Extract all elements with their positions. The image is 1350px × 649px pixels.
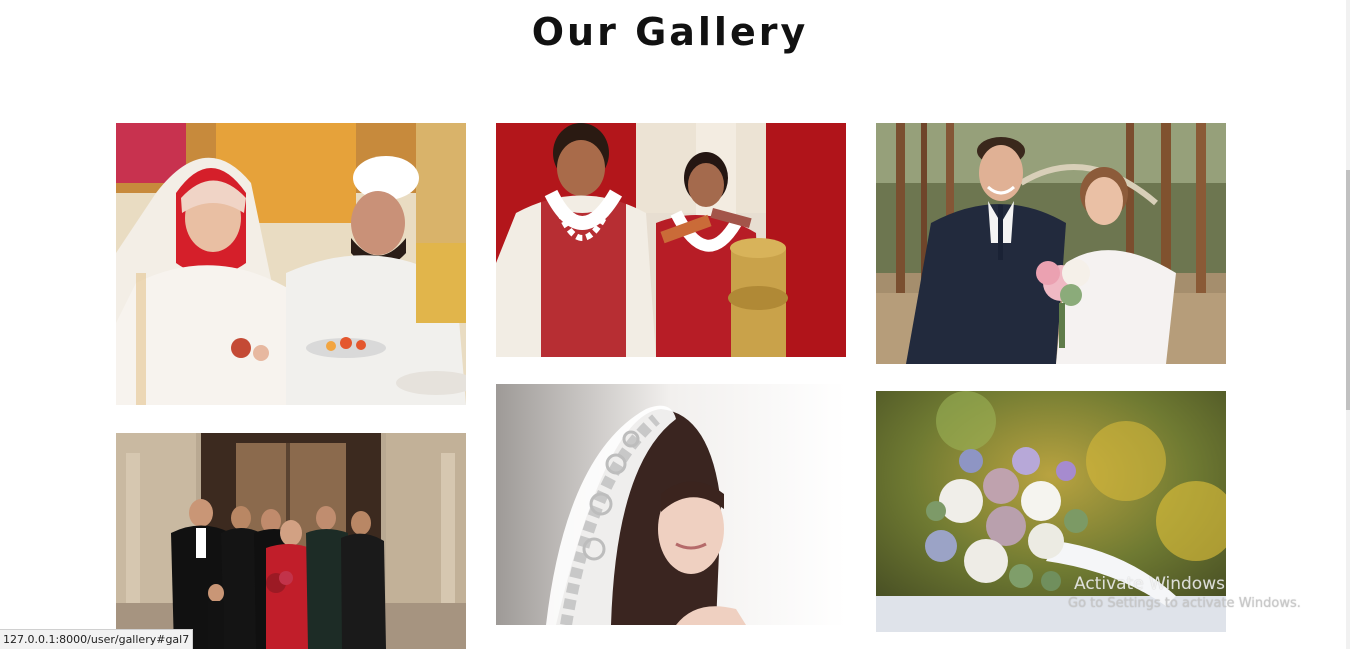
windows-activation-watermark: Activate Windows Go to Settings to activ… [1068, 574, 1301, 611]
gallery-image-1[interactable] [116, 123, 466, 405]
gallery-image-3[interactable] [876, 123, 1226, 364]
watermark-line-2: Go to Settings to activate Windows. [1068, 596, 1301, 611]
photo-bride-veil [496, 384, 846, 625]
photo-forest-couple [876, 123, 1226, 364]
gallery-page: Our Gallery Activate Windows Go to Setti… [0, 0, 1350, 649]
page-title: Our Gallery [531, 10, 809, 54]
page-scrollbar[interactable] [1346, 0, 1350, 649]
gallery-image-5[interactable] [496, 384, 846, 625]
scrollbar-thumb[interactable] [1346, 170, 1350, 410]
gallery-image-4[interactable] [116, 433, 466, 649]
photo-ceremony-rings [116, 123, 466, 405]
photo-indian-ceremony [496, 123, 846, 357]
gallery-image-2[interactable] [496, 123, 846, 357]
photo-wedding-party [116, 433, 466, 649]
watermark-line-1: Activate Windows [1074, 574, 1225, 594]
status-bar-url: 127.0.0.1:8000/user/gallery#gal7 [0, 629, 194, 649]
